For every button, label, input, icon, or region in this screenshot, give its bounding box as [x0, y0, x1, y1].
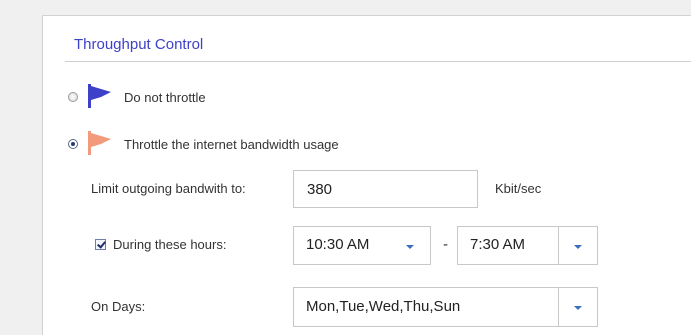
- flag-icon: [88, 131, 111, 155]
- time-range-separator: -: [443, 236, 448, 253]
- throttle-radio[interactable]: [68, 139, 78, 149]
- chevron-down-icon: [406, 244, 414, 249]
- throttle-label[interactable]: Throttle the internet bandwidth usage: [124, 137, 339, 152]
- during-hours-label[interactable]: During these hours:: [113, 237, 226, 252]
- start-time-value: 10:30 AM: [306, 236, 370, 253]
- end-time-value: 7:30 AM: [470, 236, 526, 253]
- days-value: Mon,Tue,Wed,Thu,Sun: [306, 298, 461, 315]
- end-time-dropdown-button[interactable]: [558, 227, 597, 264]
- days-label: On Days:: [91, 299, 146, 314]
- during-hours-checkbox[interactable]: [95, 239, 106, 250]
- days-dropdown-button[interactable]: [558, 288, 597, 326]
- flag-icon: [88, 84, 111, 108]
- limit-label: Limit outgoing bandwith to:: [91, 181, 246, 196]
- limit-input[interactable]: [293, 170, 478, 208]
- panel-title: Throughput Control: [74, 36, 204, 53]
- limit-unit: Kbit/sec: [495, 181, 542, 196]
- do-not-throttle-label[interactable]: Do not throttle: [124, 90, 206, 105]
- end-time-select[interactable]: 7:30 AM: [457, 226, 598, 265]
- chevron-down-icon: [574, 306, 582, 310]
- title-divider: [65, 61, 691, 62]
- days-select[interactable]: Mon,Tue,Wed,Thu,Sun: [293, 287, 598, 327]
- chevron-down-icon: [574, 244, 582, 249]
- do-not-throttle-radio[interactable]: [68, 92, 78, 102]
- start-time-select[interactable]: 10:30 AM: [293, 226, 431, 265]
